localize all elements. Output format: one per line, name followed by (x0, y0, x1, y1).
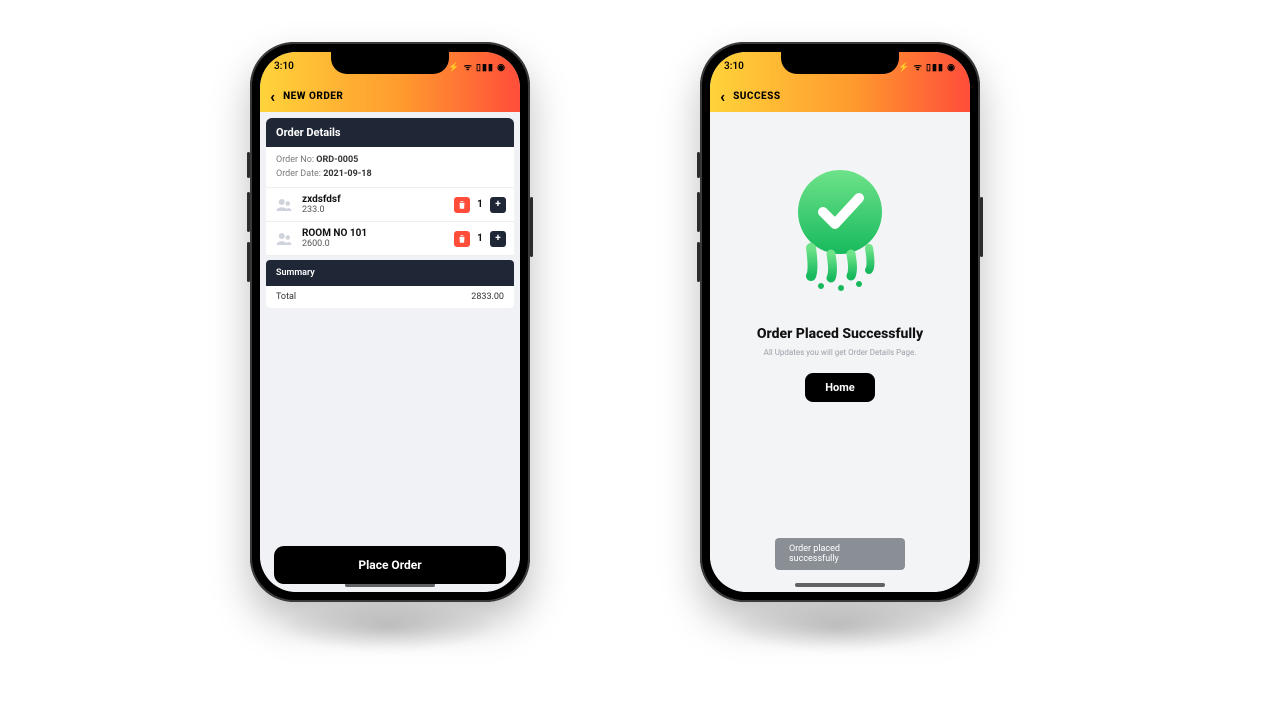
home-indicator[interactable] (345, 583, 435, 587)
phone-side-button (697, 242, 700, 282)
order-meta: Order No: ORD-0005 Order Date: 2021-09-1… (266, 147, 514, 188)
item-price: 233.0 (302, 205, 446, 215)
phone-side-button (247, 152, 250, 178)
summary-header: Summary (266, 260, 514, 286)
app-bar: ‹ NEW ORDER (260, 80, 520, 112)
screen-success: 3:10 ⚡ ᯤ ▯▮▮ ◉ ‹ SUCCESS (710, 52, 970, 592)
appbar-title: NEW ORDER (283, 91, 343, 102)
content-area: Order Details Order No: ORD-0005 Order D… (260, 112, 520, 592)
item-icon (274, 195, 294, 215)
phone-side-button (530, 197, 533, 257)
back-icon[interactable]: ‹ (270, 87, 275, 106)
phone-side-button (247, 242, 250, 282)
place-order-button[interactable]: Place Order (274, 546, 506, 584)
screen-new-order: 3:10 ⚡ ᯤ ▯▮▮ ◉ ‹ NEW ORDER Order Details… (260, 52, 520, 592)
item-price: 2600.0 (302, 239, 446, 249)
plus-icon[interactable]: + (490, 231, 506, 247)
phone-side-button (980, 197, 983, 257)
success-title: Order Placed Successfully (757, 326, 923, 342)
status-time: 3:10 (724, 61, 744, 72)
status-time: 3:10 (274, 61, 294, 72)
summary-total-row: Total 2833.00 (266, 286, 514, 308)
order-details-header: Order Details (266, 118, 514, 147)
phone-side-button (247, 192, 250, 232)
order-no-value: ORD-0005 (316, 155, 358, 165)
status-icons: ⚡ ᯤ ▯▮▮ ◉ (448, 60, 506, 73)
success-subtitle: All Updates you will get Order Details P… (764, 348, 917, 357)
order-no-row: Order No: ORD-0005 (276, 153, 504, 167)
success-check-icon (785, 162, 895, 296)
phone-shadow (728, 602, 948, 652)
home-button[interactable]: Home (805, 373, 874, 402)
line-item: ROOM NO 101 2600.0 1 + (266, 222, 514, 256)
delete-icon[interactable] (454, 231, 470, 247)
success-content: Order Placed Successfully All Updates yo… (710, 112, 970, 592)
phone-mockup-right: 3:10 ⚡ ᯤ ▯▮▮ ◉ ‹ SUCCESS (700, 42, 980, 602)
order-date-value: 2021-09-18 (323, 169, 371, 179)
phone-notch (331, 52, 449, 74)
status-icons: ⚡ ᯤ ▯▮▮ ◉ (898, 60, 956, 73)
order-date-label: Order Date: (276, 169, 321, 179)
plus-icon[interactable]: + (490, 197, 506, 213)
app-bar: ‹ SUCCESS (710, 80, 970, 112)
phone-shadow (278, 602, 498, 652)
appbar-title: SUCCESS (733, 91, 780, 102)
phone-notch (781, 52, 899, 74)
item-qty: 1 (476, 199, 484, 210)
item-name: ROOM NO 101 (302, 228, 446, 239)
order-date-row: Order Date: 2021-09-18 (276, 167, 504, 181)
home-indicator[interactable] (795, 583, 885, 587)
order-no-label: Order No: (276, 155, 314, 165)
phone-side-button (697, 152, 700, 178)
item-icon (274, 229, 294, 249)
phone-side-button (697, 192, 700, 232)
total-label: Total (276, 292, 296, 302)
back-icon[interactable]: ‹ (720, 87, 725, 106)
total-value: 2833.00 (471, 292, 504, 302)
toast-message: Order placed successfully (775, 538, 905, 570)
phone-mockup-left: 3:10 ⚡ ᯤ ▯▮▮ ◉ ‹ NEW ORDER Order Details… (250, 42, 530, 602)
item-qty: 1 (476, 233, 484, 244)
line-item: zxdsfdsf 233.0 1 + (266, 188, 514, 222)
item-name: zxdsfdsf (302, 194, 446, 205)
delete-icon[interactable] (454, 197, 470, 213)
